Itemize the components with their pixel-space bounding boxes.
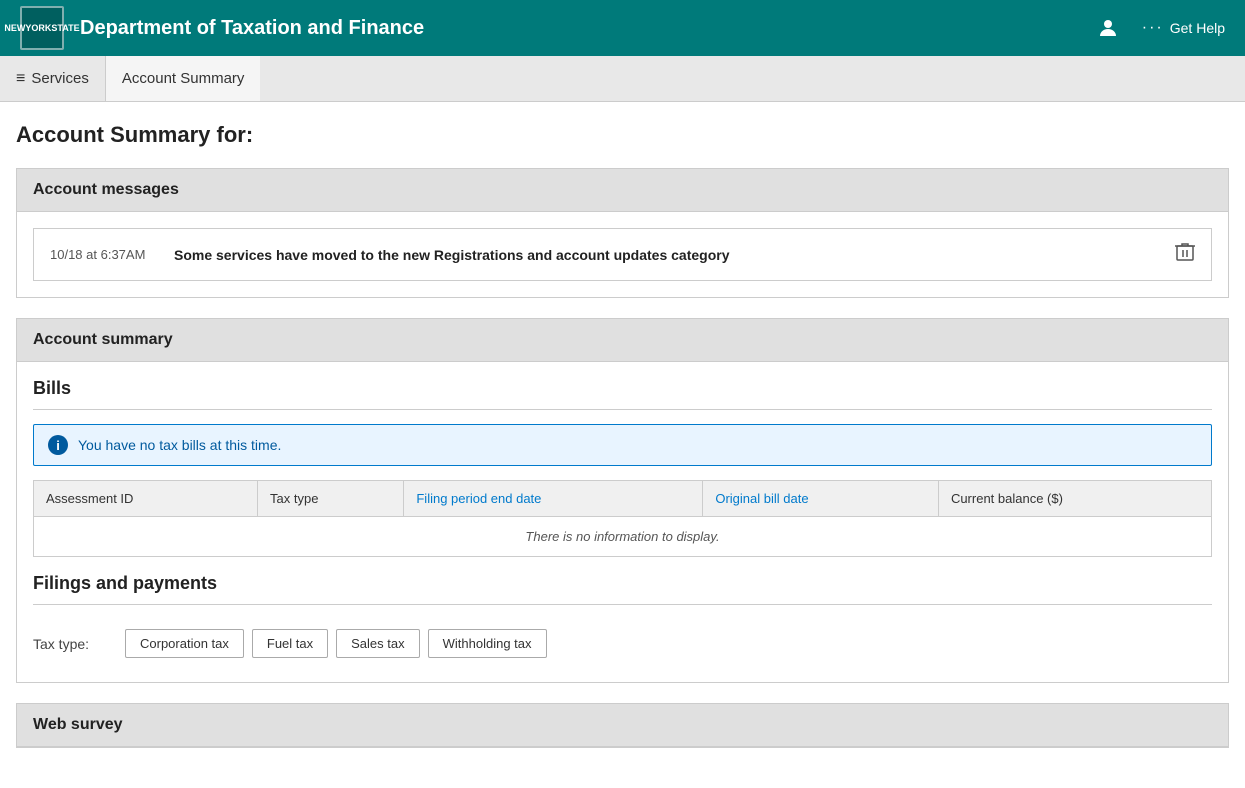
- corporation-tax-btn[interactable]: Corporation tax: [125, 629, 244, 658]
- bills-table-body: There is no information to display.: [34, 517, 1212, 557]
- web-survey-section: Web survey: [16, 703, 1229, 748]
- message-text: Some services have moved to the new Regi…: [174, 247, 730, 263]
- message-row: 10/18 at 6:37AM Some services have moved…: [33, 228, 1212, 281]
- header-right: ··· Get Help: [1094, 14, 1225, 42]
- bills-table: Assessment ID Tax type Filing period end…: [33, 480, 1212, 557]
- col-original-bill-date: Original bill date: [703, 481, 939, 517]
- filings-divider: [33, 604, 1212, 605]
- col-assessment-id: Assessment ID: [34, 481, 258, 517]
- fuel-tax-btn[interactable]: Fuel tax: [252, 629, 328, 658]
- account-messages-body: 10/18 at 6:37AM Some services have moved…: [17, 212, 1228, 297]
- tax-type-label: Tax type:: [33, 636, 113, 652]
- col-filing-period: Filing period end date: [404, 481, 703, 517]
- no-bills-info-box: i You have no tax bills at this time.: [33, 424, 1212, 466]
- bills-table-head: Assessment ID Tax type Filing period end…: [34, 481, 1212, 517]
- dots-icon: ···: [1142, 19, 1164, 37]
- web-survey-header: Web survey: [17, 704, 1228, 747]
- account-messages-section: Account messages 10/18 at 6:37AM Some se…: [16, 168, 1229, 298]
- tax-type-row: Tax type: Corporation tax Fuel tax Sales…: [33, 621, 1212, 666]
- delete-icon[interactable]: [1175, 241, 1195, 268]
- account-summary-header: Account summary: [17, 319, 1228, 362]
- bills-subsection: Bills i You have no tax bills at this ti…: [33, 378, 1212, 557]
- message-left: 10/18 at 6:37AM Some services have moved…: [50, 247, 730, 263]
- page-title: Account Summary for:: [16, 122, 1229, 148]
- table-empty-row: There is no information to display.: [34, 517, 1212, 557]
- tax-type-buttons: Corporation tax Fuel tax Sales tax Withh…: [125, 629, 547, 658]
- breadcrumb-nav: ≡ Services Account Summary: [0, 56, 1245, 102]
- site-title: Department of Taxation and Finance: [80, 17, 1094, 40]
- bills-title: Bills: [33, 378, 1212, 399]
- breadcrumb-services[interactable]: ≡ Services: [0, 56, 105, 101]
- sales-tax-btn[interactable]: Sales tax: [336, 629, 419, 658]
- withholding-tax-btn[interactable]: Withholding tax: [428, 629, 547, 658]
- services-label: Services: [31, 70, 89, 87]
- account-summary-body: Bills i You have no tax bills at this ti…: [17, 362, 1228, 682]
- filings-title: Filings and payments: [33, 573, 1212, 594]
- no-bills-text: You have no tax bills at this time.: [78, 437, 281, 453]
- bills-divider: [33, 409, 1212, 410]
- account-summary-section: Account summary Bills i You have no tax …: [16, 318, 1229, 683]
- header: NEW YORK STATE Department of Taxation an…: [0, 0, 1245, 56]
- ny-state-logo: NEW YORK STATE: [20, 6, 64, 50]
- filings-payments-subsection: Filings and payments Tax type: Corporati…: [33, 573, 1212, 666]
- info-icon: i: [48, 435, 68, 455]
- logo-box: NEW YORK STATE: [20, 6, 64, 50]
- breadcrumb-current: Account Summary: [105, 56, 261, 101]
- table-header-row: Assessment ID Tax type Filing period end…: [34, 481, 1212, 517]
- message-time: 10/18 at 6:37AM: [50, 247, 150, 262]
- account-messages-header: Account messages: [17, 169, 1228, 212]
- hamburger-icon: ≡: [16, 70, 25, 88]
- col-tax-type: Tax type: [258, 481, 404, 517]
- get-help-link[interactable]: ··· Get Help: [1142, 19, 1225, 37]
- user-icon[interactable]: [1094, 14, 1122, 42]
- main-content: Account Summary for: Account messages 10…: [0, 102, 1245, 788]
- empty-message: There is no information to display.: [34, 517, 1212, 557]
- col-current-balance: Current balance ($): [938, 481, 1211, 517]
